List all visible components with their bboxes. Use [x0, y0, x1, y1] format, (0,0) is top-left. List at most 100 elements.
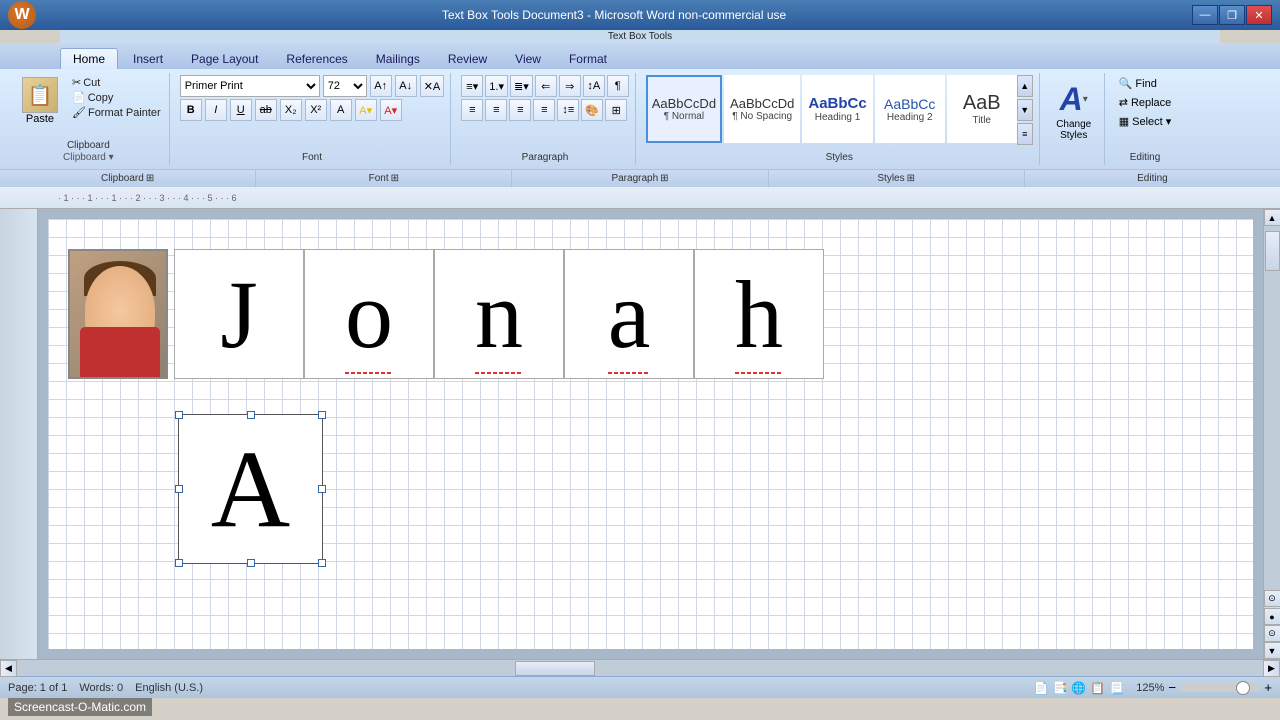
full-reading-button[interactable]: 📑	[1052, 681, 1067, 695]
replace-button[interactable]: ⇄ Replace	[1115, 94, 1176, 111]
handle-mr[interactable]	[318, 485, 326, 493]
editing-group-label: Editing	[1109, 152, 1182, 163]
strikethrough-button[interactable]: ab	[255, 99, 277, 121]
office-logo[interactable]: W	[8, 1, 36, 29]
style-title[interactable]: AaB Title	[947, 75, 1017, 143]
highlight-button[interactable]: A▾	[355, 99, 377, 121]
horizontal-scrollbar[interactable]: ◀ ▶	[0, 659, 1280, 676]
scroll-left-button[interactable]: ◀	[0, 660, 17, 677]
style-normal[interactable]: AaBbCcDd ¶ Normal	[646, 75, 722, 143]
font-color-button[interactable]: A▾	[380, 99, 402, 121]
letter-box-h[interactable]: h	[694, 249, 824, 379]
web-layout-button[interactable]: 🌐	[1071, 681, 1086, 695]
prev-page-button[interactable]: ⊙	[1264, 590, 1280, 607]
tab-home[interactable]: Home	[60, 48, 118, 69]
handle-bl[interactable]	[175, 559, 183, 567]
handle-ml[interactable]	[175, 485, 183, 493]
italic-button[interactable]: I	[205, 99, 227, 121]
scroll-down-button[interactable]: ▼	[1264, 642, 1280, 659]
align-left-button[interactable]: ≡	[461, 99, 483, 121]
tab-view[interactable]: View	[502, 48, 554, 69]
select-button[interactable]: ▦ Select ▾	[1115, 113, 1176, 130]
scroll-thumb[interactable]	[1265, 231, 1280, 271]
tab-format[interactable]: Format	[556, 48, 620, 69]
document-page[interactable]: J o n a h A	[48, 219, 1253, 649]
scroll-bar-track[interactable]	[17, 660, 1263, 676]
grow-font-button[interactable]: A↑	[370, 75, 392, 97]
multilevel-button[interactable]: ≣▾	[510, 75, 533, 97]
clipboard-group-expand[interactable]: Clipboard ▾	[8, 152, 169, 163]
find-button[interactable]: 🔍 Find	[1115, 75, 1176, 92]
shading-button[interactable]: 🎨	[581, 99, 603, 121]
tab-insert[interactable]: Insert	[120, 48, 176, 69]
paste-button[interactable]: 📋 Paste	[14, 75, 66, 127]
numbering-button[interactable]: 1.▾	[485, 75, 508, 97]
font-family-select[interactable]: Primer Print	[180, 75, 320, 97]
style-more[interactable]: ≡	[1017, 123, 1033, 145]
show-marks-button[interactable]: ¶	[607, 75, 629, 97]
scroll-select-button[interactable]: ●	[1264, 608, 1280, 625]
shrink-font-button[interactable]: A↓	[395, 75, 417, 97]
font-size-select[interactable]: 72	[323, 75, 367, 97]
close-button[interactable]: ✕	[1246, 5, 1272, 25]
cut-button[interactable]: ✂ Cut	[70, 75, 163, 90]
decrease-indent-button[interactable]: ⇐	[535, 75, 557, 97]
text-effects-button[interactable]: A	[330, 99, 352, 121]
letter-box-o[interactable]: o	[304, 249, 434, 379]
change-styles-button[interactable]: A ▾ ChangeStyles	[1050, 75, 1098, 145]
editing-label-bar: Editing	[1025, 170, 1280, 187]
print-layout-button[interactable]: 📄	[1034, 681, 1049, 695]
font-label-bar[interactable]: Font ⊞	[256, 170, 512, 187]
tab-mailings[interactable]: Mailings	[363, 48, 433, 69]
increase-indent-button[interactable]: ⇒	[559, 75, 581, 97]
align-center-button[interactable]: ≡	[485, 99, 507, 121]
restore-button[interactable]: ❐	[1219, 5, 1245, 25]
align-right-button[interactable]: ≡	[509, 99, 531, 121]
subscript-button[interactable]: X₂	[280, 99, 302, 121]
justify-button[interactable]: ≡	[533, 99, 555, 121]
scroll-track[interactable]	[1264, 226, 1280, 590]
minimize-button[interactable]: —	[1192, 5, 1218, 25]
letter-box-J[interactable]: J	[174, 249, 304, 379]
tab-review[interactable]: Review	[435, 48, 500, 69]
line-spacing-button[interactable]: ↕≡	[557, 99, 579, 121]
handle-br[interactable]	[318, 559, 326, 567]
format-painter-button[interactable]: 🖌 Format Painter	[70, 105, 163, 120]
sort-button[interactable]: ↕A	[583, 75, 605, 97]
scroll-bar-thumb[interactable]	[515, 661, 595, 676]
clear-format-button[interactable]: ✕A	[420, 75, 445, 97]
copy-button[interactable]: 📄 Copy	[70, 90, 163, 105]
letter-box-n[interactable]: n	[434, 249, 564, 379]
superscript-button[interactable]: X²	[305, 99, 327, 121]
tab-page-layout[interactable]: Page Layout	[178, 48, 271, 69]
style-heading2[interactable]: AaBbCc Heading 2	[875, 75, 945, 143]
textbox-A[interactable]: A	[178, 414, 323, 564]
style-scroll-down[interactable]: ▼	[1017, 99, 1033, 121]
zoom-slider[interactable]	[1180, 684, 1260, 692]
paragraph-label-bar[interactable]: Paragraph ⊞	[512, 170, 768, 187]
child-photo[interactable]	[68, 249, 168, 379]
next-page-button[interactable]: ⊙	[1264, 625, 1280, 642]
style-scroll-up[interactable]: ▲	[1017, 75, 1033, 97]
vertical-scrollbar[interactable]: ▲ ⊙ ● ⊙ ▼	[1263, 209, 1280, 659]
zoom-in-button[interactable]: +	[1264, 680, 1272, 695]
bold-button[interactable]: B	[180, 99, 202, 121]
borders-button[interactable]: ⊞	[605, 99, 627, 121]
draft-button[interactable]: 📃	[1109, 681, 1124, 695]
clipboard-label-bar[interactable]: Clipboard ⊞	[0, 170, 256, 187]
handle-tl[interactable]	[175, 411, 183, 419]
letter-box-a[interactable]: a	[564, 249, 694, 379]
style-heading1[interactable]: AaBbCc Heading 1	[802, 75, 872, 143]
scroll-right-button[interactable]: ▶	[1263, 660, 1280, 677]
styles-label-bar[interactable]: Styles ⊞	[769, 170, 1025, 187]
tab-references[interactable]: References	[273, 48, 360, 69]
handle-tr[interactable]	[318, 411, 326, 419]
outline-button[interactable]: 📋	[1090, 681, 1105, 695]
style-no-spacing[interactable]: AaBbCcDd ¶ No Spacing	[724, 75, 800, 143]
bullets-button[interactable]: ≡▾	[461, 75, 483, 97]
handle-tc[interactable]	[247, 411, 255, 419]
zoom-out-button[interactable]: −	[1168, 680, 1176, 695]
handle-bc[interactable]	[247, 559, 255, 567]
underline-button[interactable]: U	[230, 99, 252, 121]
scroll-up-button[interactable]: ▲	[1264, 209, 1280, 226]
